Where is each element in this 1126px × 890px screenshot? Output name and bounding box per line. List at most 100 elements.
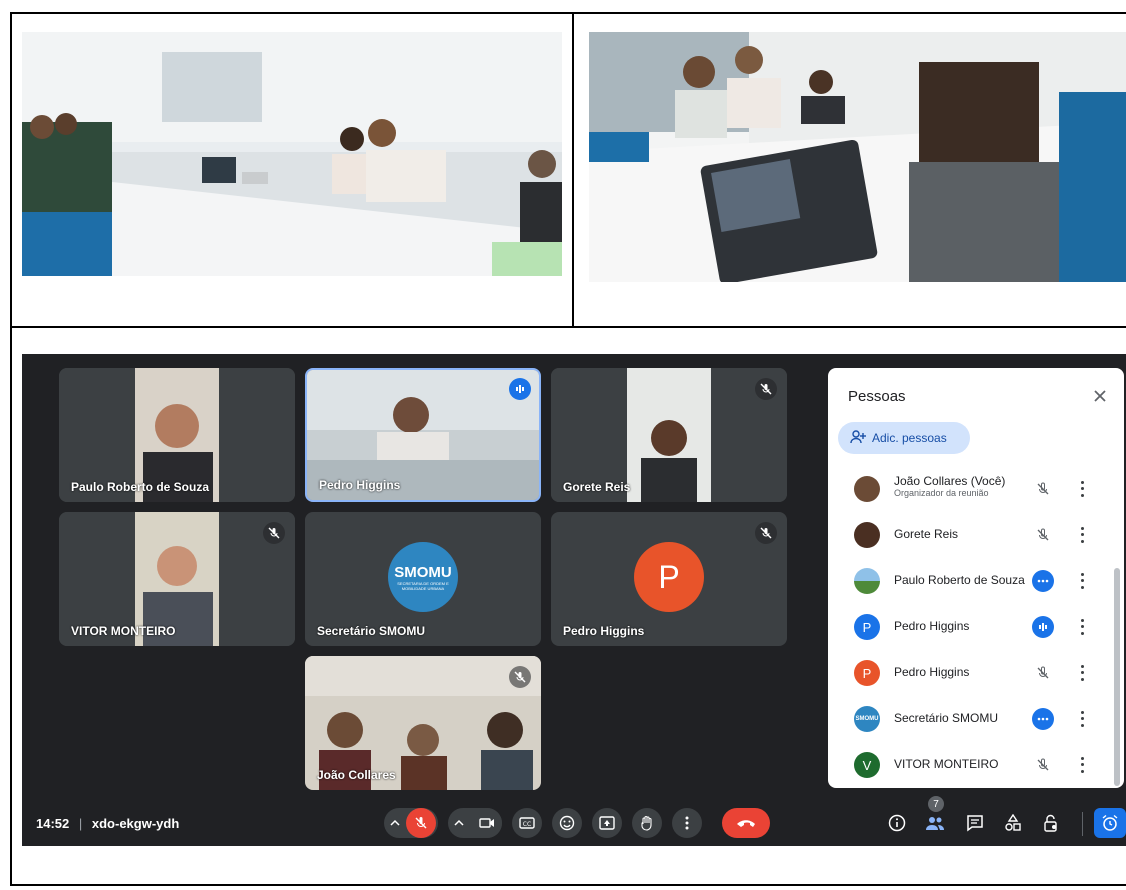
participant-name: Secretário SMOMU <box>317 624 426 638</box>
leave-call-button[interactable] <box>722 808 770 838</box>
list-item[interactable]: P Pedro Higgins <box>828 604 1116 650</box>
more-options-icon[interactable] <box>1078 617 1086 637</box>
more-options-icon[interactable] <box>1078 525 1086 545</box>
alarm-button[interactable] <box>1094 808 1126 838</box>
participant-name: João Collares <box>317 768 396 782</box>
meeting-room-photo-left <box>22 32 562 276</box>
avatar: P <box>634 542 704 612</box>
avatar: P <box>854 614 880 640</box>
mic-off-icon <box>755 522 777 544</box>
speaking-indicator-icon <box>509 378 531 400</box>
participant-role: Organizador da reunião <box>894 488 989 498</box>
hand-icon <box>641 815 652 831</box>
present-screen-icon <box>599 816 615 830</box>
panel-title: Pessoas <box>848 388 906 405</box>
participant-tile-paulo[interactable]: Paulo Roberto de Souza <box>59 368 295 502</box>
more-options-button[interactable] <box>672 808 702 838</box>
participant-tile-smomu[interactable]: SMOMU SECRETARIA DE ORDEM E MOBILIDADE U… <box>305 512 541 646</box>
activities-button[interactable] <box>1000 810 1026 836</box>
participant-name: Paulo Roberto de Souza <box>894 573 1025 587</box>
participant-name: Gorete Reis <box>894 527 959 541</box>
mic-off-icon <box>1032 662 1054 684</box>
raise-hand-button[interactable] <box>632 808 662 838</box>
activities-icon <box>1005 814 1021 831</box>
participant-tile-pedro-avatar[interactable]: P Pedro Higgins <box>551 512 787 646</box>
mic-off-icon <box>755 378 777 400</box>
avatar-letter: P <box>658 558 680 595</box>
avatar <box>854 522 880 548</box>
speaking-indicator-icon <box>1032 616 1054 638</box>
list-item[interactable]: Paulo Roberto de Souza <box>828 558 1116 604</box>
list-item[interactable]: SMOMU Secretário SMOMU <box>828 696 1116 742</box>
participant-tile-vitor[interactable]: VITOR MONTEIRO <box>59 512 295 646</box>
participant-list: João Collares (Você) Organizador da reun… <box>828 466 1124 788</box>
captions-icon: CC <box>519 817 535 829</box>
people-icon <box>926 817 944 830</box>
chat-icon <box>967 815 983 832</box>
participant-name: VITOR MONTEIRO <box>894 757 999 771</box>
scrollbar[interactable] <box>1114 568 1120 786</box>
participant-name: Pedro Higgins <box>563 624 645 638</box>
participant-name: Paulo Roberto de Souza <box>71 480 210 494</box>
more-options-icon[interactable] <box>1078 709 1086 729</box>
more-vertical-icon <box>685 816 689 830</box>
people-panel: Pessoas Adic. pessoas João Collares (Voc… <box>828 368 1124 788</box>
mic-off-icon <box>415 817 427 829</box>
lock-person-icon <box>1044 814 1057 832</box>
emoji-icon <box>559 815 575 831</box>
participant-name: Pedro Higgins <box>894 619 970 633</box>
alarm-clock-icon <box>1102 814 1118 831</box>
chat-button[interactable] <box>962 810 988 836</box>
more-status-icon <box>1032 570 1054 592</box>
participant-name: VITOR MONTEIRO <box>71 624 176 638</box>
more-options-icon[interactable] <box>1078 755 1086 775</box>
mic-toggle-button[interactable] <box>406 808 436 838</box>
mic-off-icon <box>1032 524 1054 546</box>
meeting-info: 14:52 | xdo-ekgw-ydh <box>36 816 179 831</box>
control-bar: 14:52 | xdo-ekgw-ydh CC 7 <box>22 796 1126 846</box>
avatar: SMOMU <box>854 706 880 732</box>
participant-name: Gorete Reis <box>563 480 631 494</box>
hang-up-icon <box>737 820 755 827</box>
participant-tile-gorete[interactable]: Gorete Reis <box>551 368 787 502</box>
add-people-button[interactable]: Adic. pessoas <box>838 422 970 454</box>
meeting-room-photo-right <box>589 32 1126 282</box>
participant-name: Pedro Higgins <box>894 665 970 679</box>
list-item[interactable]: João Collares (Você) Organizador da reun… <box>828 466 1116 512</box>
more-options-icon[interactable] <box>1078 663 1086 683</box>
more-options-icon[interactable] <box>1078 571 1086 591</box>
camera-toggle-button[interactable] <box>472 808 502 838</box>
more-options-icon[interactable] <box>1078 479 1086 499</box>
participant-name: Pedro Higgins <box>319 478 401 492</box>
add-person-icon <box>850 429 866 447</box>
list-item[interactable]: V VITOR MONTEIRO <box>828 742 1116 788</box>
participant-tile-joao[interactable]: João Collares <box>305 656 541 790</box>
list-item[interactable]: Gorete Reis <box>828 512 1116 558</box>
participant-tile-pedro-video[interactable]: Pedro Higgins <box>305 368 541 502</box>
mic-off-icon <box>1032 754 1054 776</box>
captions-button[interactable]: CC <box>512 808 542 838</box>
separator: | <box>78 816 83 831</box>
mic-off-icon <box>1032 478 1054 500</box>
avatar <box>854 568 880 594</box>
people-button[interactable]: 7 <box>922 796 948 836</box>
meeting-code: xdo-ekgw-ydh <box>91 816 180 831</box>
host-controls-button[interactable] <box>1038 810 1064 836</box>
participant-name: Secretário SMOMU <box>894 711 999 725</box>
meeting-details-button[interactable] <box>884 810 910 836</box>
info-icon <box>888 814 906 832</box>
smomu-logo: SMOMU SECRETARIA DE ORDEM E MOBILIDADE U… <box>388 542 458 612</box>
avatar <box>854 476 880 502</box>
close-icon[interactable] <box>1090 386 1110 406</box>
list-item[interactable]: P Pedro Higgins <box>828 650 1116 696</box>
camera-icon <box>479 818 494 828</box>
present-button[interactable] <box>592 808 622 838</box>
more-status-icon <box>1032 708 1054 730</box>
participant-count-badge: 7 <box>928 796 944 812</box>
avatar: P <box>854 660 880 686</box>
participant-name: João Collares (Você) <box>894 474 1006 488</box>
divider <box>1082 812 1083 836</box>
reactions-button[interactable] <box>552 808 582 838</box>
svg-text:CC: CC <box>523 821 531 828</box>
smomu-logo-text: SMOMU <box>394 563 452 581</box>
